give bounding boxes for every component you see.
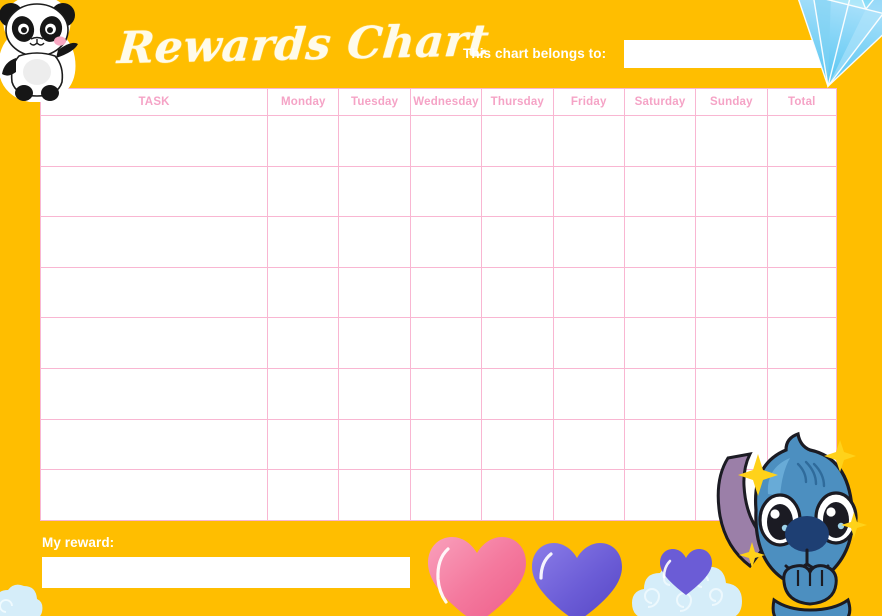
diamond-gem-icon (795, 0, 882, 89)
day-cell[interactable] (623, 418, 697, 471)
day-cell[interactable] (338, 469, 411, 521)
day-cell[interactable] (409, 469, 483, 521)
total-cell[interactable] (766, 317, 838, 369)
table-row (39, 115, 838, 167)
day-cell[interactable] (338, 317, 411, 369)
day-cell[interactable] (267, 115, 340, 167)
day-cell[interactable] (409, 418, 483, 471)
day-cell[interactable] (338, 418, 411, 471)
day-cell[interactable] (338, 165, 411, 218)
total-cell[interactable] (766, 165, 838, 218)
day-cell[interactable] (552, 266, 625, 319)
day-cell[interactable] (623, 165, 697, 218)
total-cell[interactable] (766, 115, 838, 167)
day-cell[interactable] (552, 367, 625, 420)
table-row (39, 216, 838, 268)
day-cell[interactable] (481, 418, 554, 471)
small-cloud-icon (0, 584, 43, 616)
day-cell[interactable] (623, 367, 697, 420)
day-cell[interactable] (481, 115, 554, 167)
day-cell[interactable] (409, 367, 483, 420)
task-cell[interactable] (39, 367, 269, 420)
total-cell[interactable] (766, 216, 838, 268)
task-cell[interactable] (39, 165, 269, 218)
column-header-wednesday: Wednesday (409, 88, 483, 116)
total-cell[interactable] (766, 367, 838, 420)
table-row (39, 165, 838, 218)
panda-sticker-icon (0, 0, 78, 102)
pink-heart-icon (428, 537, 526, 616)
day-cell[interactable] (481, 266, 554, 319)
task-cell[interactable] (39, 266, 269, 319)
day-cell[interactable] (409, 216, 483, 268)
day-cell[interactable] (338, 216, 411, 268)
day-cell[interactable] (267, 317, 340, 369)
column-header-sunday: Sunday (695, 88, 768, 116)
day-cell[interactable] (623, 216, 697, 268)
day-cell[interactable] (481, 469, 554, 521)
day-cell[interactable] (552, 165, 625, 218)
day-cell[interactable] (623, 317, 697, 369)
day-cell[interactable] (267, 165, 340, 218)
day-cell[interactable] (338, 266, 411, 319)
purple-heart-icon (532, 543, 622, 616)
day-cell[interactable] (267, 367, 340, 420)
day-cell[interactable] (695, 216, 768, 268)
column-header-tuesday: Tuesday (338, 88, 411, 116)
rewards-chart-page: Rewards Chart This chart belongs to: TAS… (0, 0, 882, 616)
table-row (39, 367, 838, 420)
day-cell[interactable] (338, 367, 411, 420)
day-cell[interactable] (481, 367, 554, 420)
day-cell[interactable] (552, 469, 625, 521)
table-row (39, 317, 838, 369)
day-cell[interactable] (267, 266, 340, 319)
day-cell[interactable] (409, 165, 483, 218)
day-cell[interactable] (623, 115, 697, 167)
day-cell[interactable] (267, 418, 340, 471)
column-header-friday: Friday (552, 88, 625, 116)
day-cell[interactable] (552, 418, 625, 471)
stitch-character-icon (716, 431, 867, 616)
day-cell[interactable] (267, 469, 340, 521)
day-cell[interactable] (695, 115, 768, 167)
page-title: Rewards Chart (115, 15, 492, 75)
table-header-row: TASK Monday Tuesday Wednesday Thursday F… (39, 88, 838, 116)
task-cell[interactable] (39, 469, 269, 521)
day-cell[interactable] (623, 266, 697, 319)
day-cell[interactable] (552, 115, 625, 167)
day-cell[interactable] (409, 317, 483, 369)
day-cell[interactable] (623, 469, 697, 521)
column-header-thursday: Thursday (481, 88, 554, 116)
header-band: Rewards Chart This chart belongs to: (0, 0, 882, 88)
column-header-monday: Monday (267, 88, 340, 116)
day-cell[interactable] (481, 317, 554, 369)
reward-input[interactable] (42, 557, 410, 588)
task-cell[interactable] (39, 317, 269, 369)
day-cell[interactable] (695, 367, 768, 420)
day-cell[interactable] (267, 216, 340, 268)
day-cell[interactable] (409, 266, 483, 319)
task-cell[interactable] (39, 216, 269, 268)
task-cell[interactable] (39, 418, 269, 471)
day-cell[interactable] (695, 165, 768, 218)
day-cell[interactable] (552, 216, 625, 268)
task-cell[interactable] (39, 115, 269, 167)
day-cell[interactable] (695, 317, 768, 369)
day-cell[interactable] (552, 317, 625, 369)
column-header-saturday: Saturday (623, 88, 697, 116)
day-cell[interactable] (481, 216, 554, 268)
day-cell[interactable] (338, 115, 411, 167)
table-row (39, 266, 838, 319)
day-cell[interactable] (409, 115, 483, 167)
reward-label: My reward: (42, 535, 115, 550)
day-cell[interactable] (481, 165, 554, 218)
total-cell[interactable] (766, 266, 838, 319)
day-cell[interactable] (695, 266, 768, 319)
belongs-to-label: This chart belongs to: (463, 46, 607, 61)
